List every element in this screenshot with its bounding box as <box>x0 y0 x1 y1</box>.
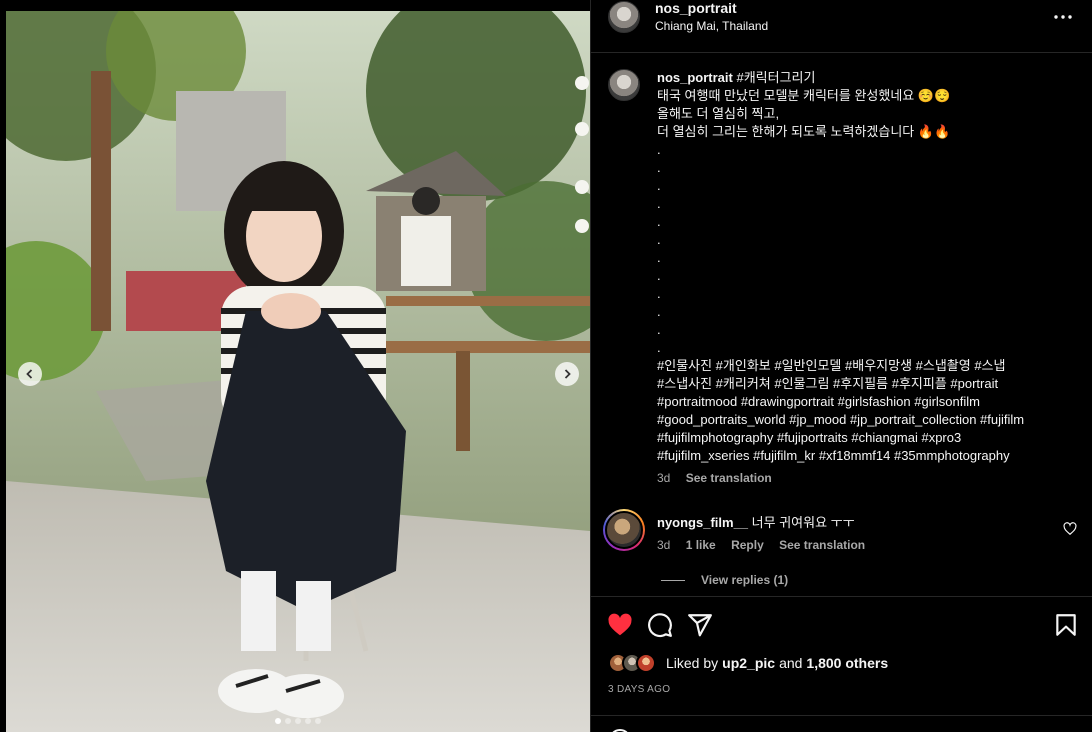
caption-line: 태국 여행때 만났던 모델분 캐릭터를 완성했네요 ☺️😌 <box>657 88 951 103</box>
carousel-dot <box>295 718 301 724</box>
caption-dot: . <box>657 142 661 157</box>
liker-avatar <box>636 653 656 673</box>
post-details-panel: nos_portrait Chiang Mai, Thailand nos_po… <box>590 0 1092 732</box>
more-options-button[interactable] <box>1053 7 1073 27</box>
comment-see-translation-button[interactable]: See translation <box>779 538 865 552</box>
hashtag-line[interactable]: #portraitmood #drawingportrait #girlsfas… <box>657 393 1067 411</box>
comment-item: nyongs_film__ 너무 귀여워요 ㅜㅜ 3d 1 like Reply… <box>591 505 1092 595</box>
reply-button[interactable]: Reply <box>731 538 764 552</box>
caption-meta: 3d See translation <box>657 471 772 485</box>
post-caption: nos_portrait #캐릭터그리기 태국 여행때 만났던 모델분 캐릭터를… <box>591 53 1092 493</box>
carousel-indicator <box>6 718 590 724</box>
comment-like-icon[interactable] <box>1063 522 1077 536</box>
liked-by-prefix: Liked by <box>666 655 719 671</box>
heart-icon[interactable] <box>607 612 633 638</box>
comment-icon[interactable] <box>647 612 673 638</box>
view-replies-label: View replies (1) <box>701 573 789 587</box>
comment-text: nyongs_film__ 너무 귀여워요 ㅜㅜ <box>657 512 855 531</box>
commenter-avatar[interactable] <box>603 509 645 551</box>
liked-by-username[interactable]: up2_pic <box>722 655 775 671</box>
post-date: 3 DAYS AGO <box>608 684 671 695</box>
comment-body: 너무 귀여워요 ㅜㅜ <box>751 515 855 530</box>
post-location[interactable]: Chiang Mai, Thailand <box>655 19 768 33</box>
caption-dot: . <box>657 322 661 337</box>
hashtag-line[interactable]: #good_portraits_world #jp_mood #jp_portr… <box>657 411 1067 429</box>
author-avatar[interactable] <box>608 1 640 33</box>
caption-dot: . <box>657 214 661 229</box>
caption-dot: . <box>657 304 661 319</box>
caption-dot: . <box>657 178 661 193</box>
caption-time: 3d <box>657 471 671 485</box>
caption-dot: . <box>657 286 661 301</box>
carousel-prev-button[interactable] <box>18 362 42 386</box>
liked-by-and: and <box>779 655 803 671</box>
caption-dot: . <box>657 232 661 247</box>
caption-text: nos_portrait #캐릭터그리기 태국 여행때 만났던 모델분 캐릭터를… <box>657 69 1067 465</box>
add-comment-bar <box>591 715 1092 732</box>
chevron-left-icon <box>26 369 33 379</box>
caption-line: 더 열심히 그리는 한해가 되도록 노력하겠습니다 🔥🔥 <box>657 124 951 139</box>
post-actions: Liked by up2_pic and 1,800 others 3 DAYS… <box>591 596 1092 732</box>
caption-line: 올해도 더 열심히 찍고, <box>657 106 780 121</box>
more-icon <box>1054 15 1072 19</box>
comment-time: 3d <box>657 538 671 552</box>
caption-dot: . <box>657 196 661 211</box>
post-header: nos_portrait Chiang Mai, Thailand <box>591 0 1092 53</box>
commenter-username[interactable]: nyongs_film__ <box>657 515 748 530</box>
hashtag-line[interactable]: #fujifilm_xseries #fujifilm_kr #xf18mmf1… <box>657 447 1067 465</box>
portrait-photo <box>6 11 590 732</box>
likes-others-count[interactable]: 1,800 others <box>806 655 888 671</box>
see-translation-button[interactable]: See translation <box>686 471 772 485</box>
bookmark-icon[interactable] <box>1053 612 1079 638</box>
caption-hashtags: #인물사진 #개인화보 #일반인모델 #배우지망생 #스냅촬영 #스냅 #스냅사… <box>657 357 1067 465</box>
replies-divider <box>661 579 685 581</box>
view-replies-button[interactable]: View replies (1) <box>661 573 788 587</box>
carousel-next-button[interactable] <box>555 362 579 386</box>
likes-summary: Liked by up2_pic and 1,800 others <box>608 653 892 673</box>
post-modal: nos_portrait Chiang Mai, Thailand nos_po… <box>0 0 1092 732</box>
liker-avatars <box>608 653 664 673</box>
share-icon[interactable] <box>687 612 713 638</box>
caption-avatar[interactable] <box>608 69 640 101</box>
comment-likes-count[interactable]: 1 like <box>686 538 716 552</box>
hashtag-line[interactable]: #fujifilmphotography #fujiportraits #chi… <box>657 429 1067 447</box>
comment-meta: 3d 1 like Reply See translation <box>657 538 877 552</box>
carousel-dot <box>315 718 321 724</box>
caption-dot: . <box>657 340 661 355</box>
caption-username[interactable]: nos_portrait <box>657 70 733 85</box>
carousel-dot <box>285 718 291 724</box>
carousel-dot <box>305 718 311 724</box>
post-photo <box>6 11 590 732</box>
caption-dot: . <box>657 160 661 175</box>
caption-first-hashtag[interactable]: #캐릭터그리기 <box>736 70 815 85</box>
caption-dots: . . . . . . . . . . . . <box>657 141 1067 357</box>
hashtag-line[interactable]: #인물사진 #개인화보 #일반인모델 #배우지망생 #스냅촬영 #스냅 <box>657 357 1067 375</box>
caption-dot: . <box>657 250 661 265</box>
author-username[interactable]: nos_portrait <box>655 0 737 16</box>
hashtag-line[interactable]: #스냅사진 #캐리커쳐 #인물그림 #후지필름 #후지피플 #portrait <box>657 375 1067 393</box>
chevron-right-icon <box>564 369 571 379</box>
caption-dot: . <box>657 268 661 283</box>
carousel-dot <box>275 718 281 724</box>
